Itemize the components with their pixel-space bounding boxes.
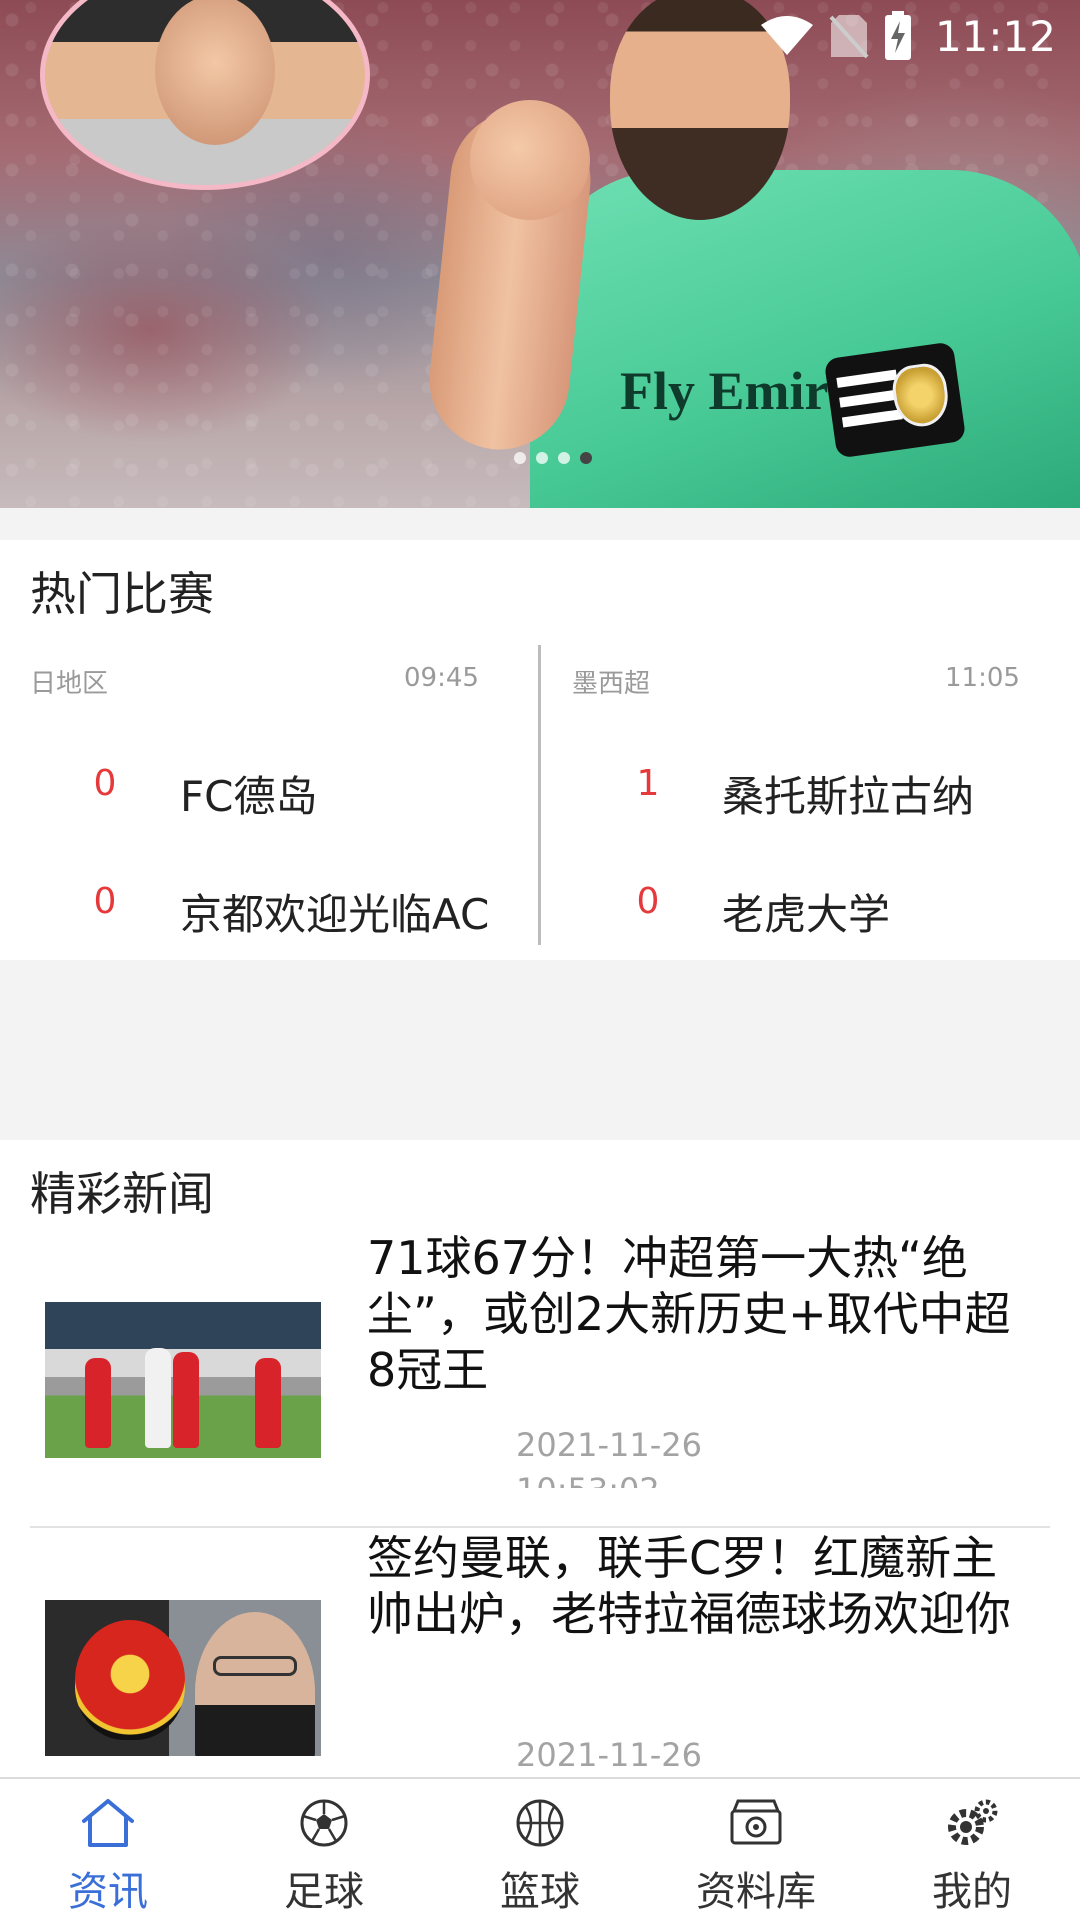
news-thumbnail: [45, 1302, 321, 1458]
news-thumbnail: [45, 1600, 321, 1756]
nav-label: 资料库: [696, 1869, 816, 1915]
home-team: 桑托斯拉古纳: [722, 772, 975, 821]
home-icon: [76, 1791, 140, 1855]
status-bar: 11:12: [759, 0, 1080, 72]
news-title: 71球67分！冲超第一大热“绝尘”，或创2大新历史+取代中超8冠王: [367, 1231, 1011, 1397]
news-date: 2021-11-26: [516, 1736, 702, 1774]
nav-item-news[interactable]: 资讯: [0, 1779, 216, 1920]
nav-label: 篮球: [500, 1869, 580, 1915]
carousel-dot[interactable]: [557, 452, 570, 464]
match-league: 墨西超: [572, 669, 651, 699]
carousel-dot[interactable]: [535, 452, 548, 464]
away-score: 0: [636, 881, 660, 922]
home-score: 1: [636, 763, 660, 804]
news-section: 精彩新闻 71球67分！冲超第一大热“绝尘”，或创2大新历史+取代中超8冠王 2…: [0, 1140, 1080, 1780]
club-badge-icon: [75, 1620, 185, 1740]
nav-item-basketball[interactable]: 篮球: [432, 1779, 648, 1920]
captain-armband: [823, 341, 967, 459]
match-card[interactable]: 日地区 09:45 0 FC德岛 0 京都欢迎光临AC: [0, 645, 540, 945]
bottom-nav: 资讯 足球 篮球 资料库 我的: [0, 1777, 1080, 1920]
wifi-icon: [760, 16, 813, 55]
away-team: 京都欢迎光临AC: [180, 890, 490, 939]
news-item[interactable]: 签约曼联，联手C罗！红魔新主帅出炉，老特拉福德球场欢迎你 2021-11-26: [30, 1530, 1050, 1780]
home-score: 0: [93, 763, 117, 804]
basketball-icon: [508, 1791, 572, 1855]
news-item[interactable]: 71球67分！冲超第一大热“绝尘”，或创2大新历史+取代中超8冠王 2021-1…: [30, 1230, 1050, 1528]
soccer-ball-icon: [292, 1791, 356, 1855]
match-time: 11:05: [945, 663, 1020, 693]
banner-carousel[interactable]: Fly Emirates: [0, 0, 1080, 508]
hot-matches-section: 热门比赛 日地区 09:45 0 FC德岛 0 京都欢迎光临AC 墨西超 11:…: [0, 540, 1080, 960]
match-card[interactable]: 墨西超 11:05 1 桑托斯拉古纳 0 老虎大学: [540, 645, 1080, 945]
match-time: 09:45: [404, 663, 479, 693]
gear-icon: [940, 1791, 1004, 1855]
nav-item-database[interactable]: 资料库: [648, 1779, 864, 1920]
news-date: 2021-11-26: [516, 1426, 702, 1464]
battery-charging-icon: [884, 11, 911, 60]
section-title: 热门比赛: [30, 567, 214, 621]
database-icon: [724, 1791, 788, 1855]
nav-label: 足球: [284, 1869, 364, 1915]
section-title: 精彩新闻: [30, 1167, 214, 1221]
carousel-dot[interactable]: [513, 452, 526, 464]
away-score: 0: [93, 881, 117, 922]
news-time: 10:53:02: [516, 1470, 660, 1488]
match-league: 日地区: [30, 669, 109, 699]
nav-item-profile[interactable]: 我的: [864, 1779, 1080, 1920]
nav-label: 资讯: [68, 1869, 148, 1915]
status-time: 11:12: [934, 11, 1056, 61]
news-title: 签约曼联，联手C罗！红魔新主帅出炉，老特拉福德球场欢迎你: [367, 1531, 1011, 1641]
nav-item-football[interactable]: 足球: [216, 1779, 432, 1920]
away-team: 老虎大学: [722, 890, 891, 939]
carousel-indicator: [0, 452, 1080, 464]
home-team: FC德岛: [180, 772, 318, 821]
no-sim-icon: [829, 15, 869, 59]
nav-label: 我的: [932, 1869, 1012, 1915]
player-thumb: [470, 100, 590, 220]
carousel-dot-active[interactable]: [579, 452, 592, 464]
